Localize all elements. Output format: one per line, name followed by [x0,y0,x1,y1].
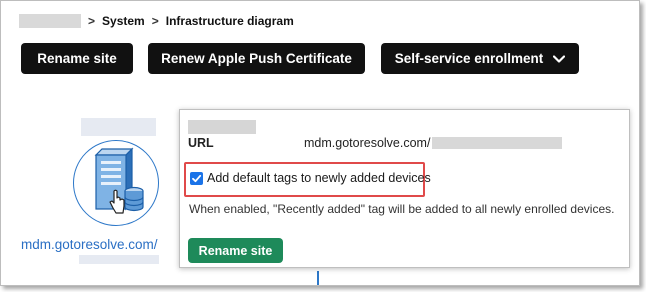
redacted-breadcrumb-root [19,14,81,28]
breadcrumb-item-infrastructure-diagram: Infrastructure diagram [165,14,294,28]
rename-site-button[interactable]: Rename site [21,43,133,74]
redacted-site-name [188,120,256,134]
breadcrumb: > System > Infrastructure diagram [19,13,294,29]
breadcrumb-item-system[interactable]: System [102,14,145,28]
self-service-enrollment-label: Self-service enrollment [394,51,544,66]
breadcrumb-separator: > [151,14,159,28]
server-icon [74,141,160,232]
redacted-node-subtitle [79,255,159,264]
site-details-popover: URL mdm.gotoresolve.com/ Add default tag… [179,109,630,268]
rename-site-button-label: Rename site [37,51,117,66]
default-tags-checkbox[interactable] [190,171,203,185]
renew-button-label: Renew Apple Push Certificate [161,51,352,66]
self-service-enrollment-dropdown[interactable]: Self-service enrollment [381,43,579,74]
site-node-link[interactable]: mdm.gotoresolve.com/ [21,237,158,252]
connector-line [317,271,319,285]
popover-rename-site-label: Rename site [198,243,273,258]
site-node[interactable] [73,140,159,226]
app-frame: > System > Infrastructure diagram Rename… [0,0,640,286]
popover-rename-site-button[interactable]: Rename site [188,238,283,263]
redacted-url-suffix [432,137,563,149]
url-value-text: mdm.gotoresolve.com/ [304,136,431,150]
default-tags-option[interactable]: Add default tags to newly added devices [190,171,431,185]
renew-apple-push-certificate-button[interactable]: Renew Apple Push Certificate [148,43,365,74]
chevron-down-icon [553,54,566,63]
redacted-node-title [81,118,156,136]
default-tags-checkbox-label[interactable]: Add default tags to newly added devices [207,171,431,185]
url-label: URL [188,136,214,150]
breadcrumb-separator: > [88,14,96,28]
default-tags-help-text: When enabled, "Recently added" tag will … [189,202,615,216]
url-value: mdm.gotoresolve.com/ [304,136,563,150]
